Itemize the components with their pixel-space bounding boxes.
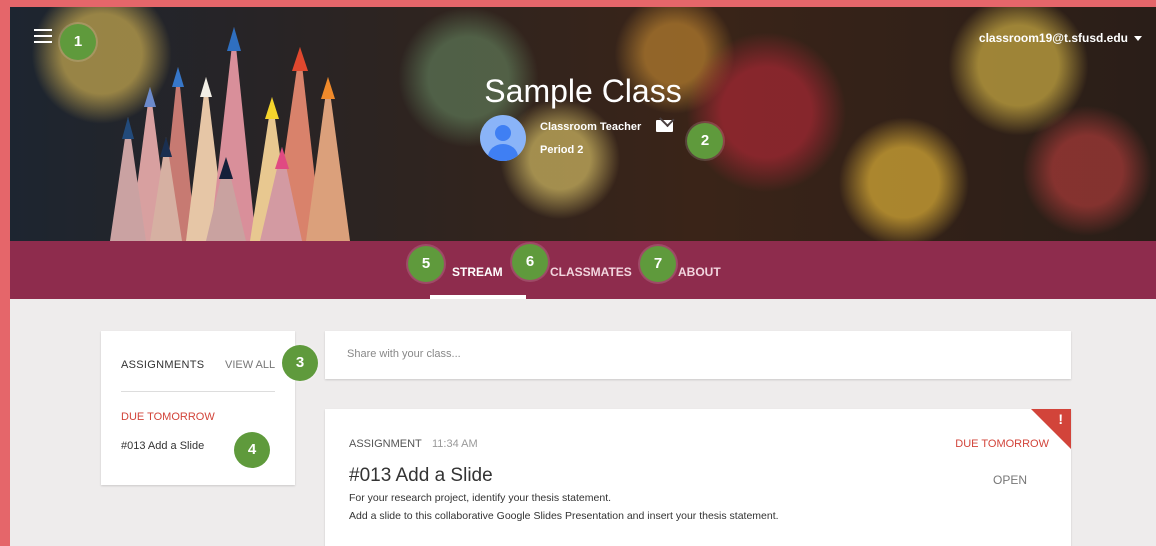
annotation-badge-2: 2: [687, 123, 723, 159]
class-header-banner: classroom19@t.sfusd.edu Sample Class Cla…: [10, 7, 1156, 241]
annotation-badge-4: 4: [234, 432, 270, 468]
share-input[interactable]: [347, 348, 1047, 360]
post-timestamp: 11:34 AM: [432, 438, 478, 450]
assignment-list-item[interactable]: #013 Add a Slide: [121, 440, 204, 452]
post-type: ASSIGNMENT: [349, 438, 422, 450]
teacher-name: Classroom Teacher: [540, 121, 642, 133]
divider: [121, 391, 275, 392]
tab-classmates[interactable]: CLASSMATES: [550, 265, 632, 279]
share-box: [325, 331, 1071, 379]
tab-stream[interactable]: STREAM: [452, 265, 503, 279]
alert-icon: !: [1058, 411, 1063, 427]
mail-icon[interactable]: [656, 120, 673, 132]
chevron-down-icon: [1134, 36, 1142, 42]
due-tomorrow-label: DUE TOMORROW: [121, 411, 215, 423]
post-description-line: Add a slide to this collaborative Google…: [349, 510, 779, 522]
assignment-post[interactable]: ! ASSIGNMENT 11:34 AM DUE TOMORROW #013 …: [325, 409, 1071, 546]
annotation-badge-6: 6: [512, 244, 548, 280]
teacher-avatar: [480, 115, 526, 161]
post-title[interactable]: #013 Add a Slide: [349, 465, 493, 487]
annotation-badge-3: 3: [282, 345, 318, 381]
view-all-link[interactable]: VIEW ALL: [225, 359, 275, 371]
post-due-label: DUE TOMORROW: [955, 438, 1049, 450]
active-tab-indicator: [430, 295, 526, 299]
hamburger-menu-icon[interactable]: [34, 29, 52, 43]
assignments-panel: ASSIGNMENTS VIEW ALL DUE TOMORROW #013 A…: [101, 331, 295, 485]
annotation-badge-1: 1: [60, 24, 96, 60]
account-switcher[interactable]: classroom19@t.sfusd.edu: [979, 31, 1142, 45]
classroom-page: classroom19@t.sfusd.edu Sample Class Cla…: [10, 7, 1156, 546]
tab-about[interactable]: ABOUT: [678, 265, 721, 279]
post-description-line: For your research project, identify your…: [349, 492, 612, 504]
class-title: Sample Class: [484, 73, 682, 109]
account-email: classroom19@t.sfusd.edu: [978, 31, 1128, 45]
annotation-badge-5: 5: [408, 246, 444, 282]
assignments-heading: ASSIGNMENTS: [121, 359, 205, 371]
class-period: Period 2: [540, 144, 584, 156]
class-tab-bar: 5 STREAM 6 CLASSMATES 7 ABOUT: [10, 241, 1156, 299]
open-button[interactable]: OPEN: [993, 473, 1027, 487]
annotation-badge-7: 7: [640, 246, 676, 282]
